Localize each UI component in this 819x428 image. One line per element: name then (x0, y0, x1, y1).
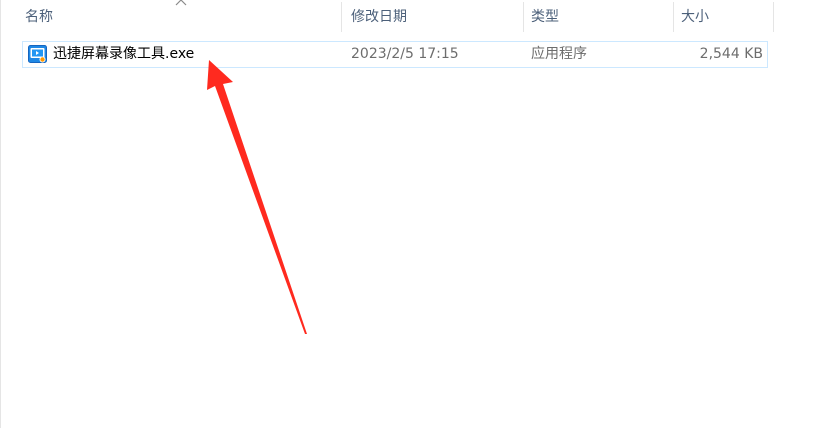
column-header-type[interactable]: 类型 (525, 0, 673, 34)
file-modified-date: 2023/2/5 17:15 (351, 46, 459, 62)
app-icon (28, 45, 47, 63)
column-divider[interactable] (341, 2, 342, 32)
file-row[interactable]: 迅捷屏幕录像工具.exe 2023/2/5 17:15 应用程序 2,544 K… (22, 41, 768, 68)
column-header-modified[interactable]: 修改日期 (345, 0, 523, 34)
column-divider[interactable] (773, 2, 774, 32)
file-size: 2,544 KB (699, 46, 763, 62)
column-header-bar: 名称 修改日期 类型 大小 (1, 0, 819, 34)
column-divider[interactable] (673, 2, 674, 32)
file-name[interactable]: 迅捷屏幕录像工具.exe (53, 42, 194, 67)
column-header-size[interactable]: 大小 (675, 0, 773, 34)
column-header-name[interactable]: 名称 (19, 0, 341, 34)
file-type: 应用程序 (531, 46, 587, 62)
column-divider[interactable] (523, 2, 524, 32)
file-explorer-window: 名称 修改日期 类型 大小 迅捷屏幕录像工具.exe 2023/2/5 17:1… (0, 0, 819, 428)
